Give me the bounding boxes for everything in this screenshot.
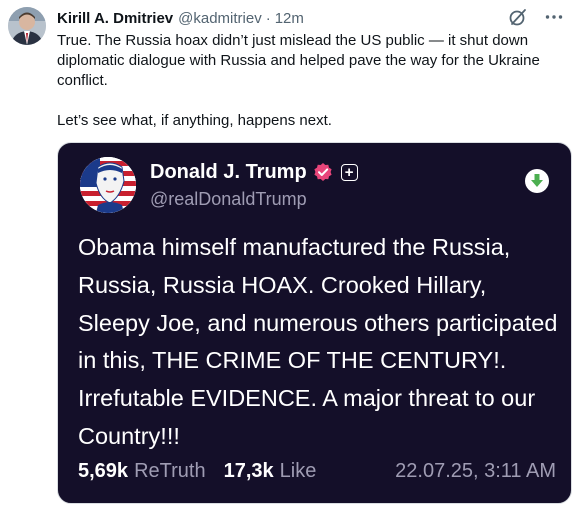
tweet-header: Kirill A. Dmitriev @kadmitriev · 12m — [57, 8, 304, 28]
author-handle[interactable]: @kadmitriev — [178, 10, 262, 27]
tweet[interactable]: Kirill A. Dmitriev @kadmitriev · 12m Tru… — [0, 0, 580, 513]
author-name[interactable]: Kirill A. Dmitriev — [57, 10, 173, 27]
embed-stats-row: 5,69k ReTruth 17,3k Like 22.07.25, 3:11 … — [78, 460, 556, 483]
tweet-text-paragraph-2: Let’s see what, if anything, happens nex… — [57, 112, 332, 129]
embed-post-text: Obama himself manufactured the Russia, R… — [78, 234, 558, 449]
separator-dot: · — [265, 9, 271, 27]
embed-author-avatar — [80, 157, 136, 213]
grok-icon[interactable] — [508, 7, 528, 27]
embed-author-row: Donald J. Trump + — [150, 159, 358, 185]
author-avatar[interactable] — [8, 7, 46, 45]
retruth-label: ReTruth — [134, 460, 206, 482]
verified-badge-icon — [314, 163, 332, 181]
tweet-time[interactable]: 12m — [275, 10, 304, 27]
download-icon — [531, 174, 543, 187]
tweet-actions-top — [508, 7, 564, 27]
tweet-text: True. The Russia hoax didn’t just mislea… — [57, 31, 562, 131]
embed-author-handle: @realDonaldTrump — [150, 189, 307, 209]
retruth-count: 5,69k — [78, 460, 129, 482]
embedded-post-image[interactable]: Donald J. Trump + @realDonaldTrump Obama… — [57, 142, 572, 504]
embed-post-date: 22.07.25, 3:11 AM — [395, 460, 556, 482]
download-button[interactable] — [525, 169, 549, 193]
embed-author-name: Donald J. Trump — [150, 160, 307, 183]
plus-badge-icon: + — [340, 163, 358, 181]
like-label: Like — [279, 460, 317, 482]
tweet-text-paragraph-1: True. The Russia hoax didn’t just mislea… — [57, 32, 540, 89]
more-options-icon[interactable] — [544, 7, 564, 27]
like-count: 17,3k — [223, 460, 274, 482]
